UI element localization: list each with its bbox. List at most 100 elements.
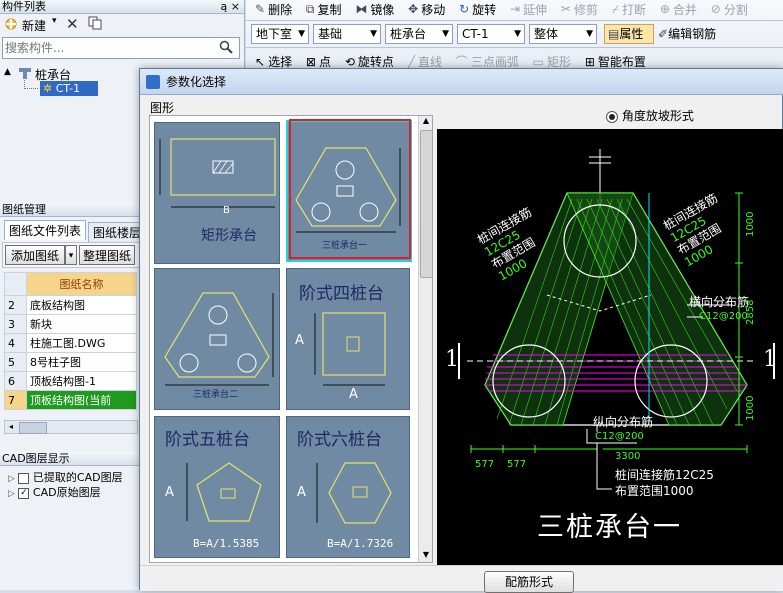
app-icon [146, 75, 160, 89]
category-select[interactable]: 基础 ▼ [313, 24, 381, 44]
cad-layers-title: CAD图层显示 [2, 452, 70, 465]
new-button[interactable]: 新建 [22, 17, 46, 34]
thumb-caption: 矩形承台 [201, 228, 257, 244]
component-toolbar: 新建 ▾ ✕ [0, 14, 244, 36]
merge-icon: ⊕ [659, 2, 670, 16]
rotate-button[interactable]: ↻ 旋转 [454, 0, 501, 18]
pencil-icon: ✐ [658, 27, 669, 41]
split-icon: ⊘ [710, 2, 721, 16]
thumbnail-scrollbar[interactable]: ▲ ▼ [418, 116, 432, 562]
dialog-bottom-bar: 配筋形式 [140, 565, 783, 593]
chevron-down-icon: ▼ [586, 29, 593, 39]
cursor-icon: ↖ [255, 54, 266, 69]
dim-577-right: 577 [507, 459, 527, 470]
component-list-title: 构件列表 [2, 0, 46, 13]
drawing-mgmt-title: 图纸管理 [2, 203, 46, 216]
move-button[interactable]: ✥ 移动 [403, 0, 450, 18]
thumb-step-five[interactable]: 阶式五桩台 A B=A/1.5385 [154, 416, 280, 558]
tree-node-ct1[interactable]: ✲ CT-1 [40, 81, 98, 96]
move-icon: ✥ [408, 2, 419, 16]
checkbox-original[interactable]: ✓ [18, 487, 30, 499]
toolbar-row-edit: ✎ 删除 ⧉ 复制 ⧓ 镜像 ✥ 移动 ↻ 旋转 ⇥ 延伸 ✂ 修剪 ⌿ 打断 ⊕ 合并 ⊘ 分割 [250, 0, 783, 18]
table-row[interactable]: 6 顶板结构图-1 [4, 371, 137, 391]
table-row[interactable]: 4 柱施工图.DWG [4, 333, 137, 353]
edit-rebar-button[interactable]: ✐编辑钢筋 [658, 24, 758, 44]
radio-button[interactable] [606, 110, 618, 123]
trim-button[interactable]: ✂ 修剪 [556, 0, 603, 18]
merge-button[interactable]: ⊕ 合并 [655, 0, 702, 18]
table-row[interactable]: 3 新块 [4, 314, 137, 334]
table-row[interactable]: 5 8号柱子图 [4, 352, 137, 372]
new-icon [4, 17, 18, 31]
scroll-thumb [420, 130, 432, 278]
checkbox-extracted[interactable] [18, 472, 30, 484]
search-icon[interactable] [219, 40, 233, 57]
line-icon: ╱ [407, 54, 415, 69]
smart-layout-icon: ⊞ [584, 54, 595, 69]
dim-width: 3300 [615, 451, 641, 462]
trim-icon: ✂ [560, 2, 571, 16]
extend-icon: ⇥ [509, 2, 521, 16]
break-icon: ⌿ [611, 2, 619, 16]
dim-577-left: 577 [475, 459, 495, 470]
rotate-icon: ↻ [459, 2, 470, 16]
scope-select[interactable]: 整体 ▼ [529, 24, 597, 44]
dialog-title: 参数化选择 [166, 75, 227, 89]
scroll-left-icon: ◂ [8, 422, 13, 431]
add-drawing-button[interactable]: 添加图纸 [5, 245, 65, 265]
selection-highlight [289, 119, 411, 259]
new-dropdown-icon[interactable]: ▾ [52, 16, 57, 26]
organize-drawing-button[interactable]: 整理图纸 [79, 245, 135, 265]
thumb-caption: 三桩承台二 [193, 390, 239, 400]
mirror-button[interactable]: ⧓ 镜像 [350, 0, 399, 18]
cad-preview: 1 1 桩间连接筋 12C25 布置范围 1000 桩间连接筋 12C25 布置… [437, 129, 783, 565]
copy-button[interactable]: ⧉ 复制 [301, 1, 347, 19]
table-row[interactable]: 2 底板结构图 [4, 295, 137, 315]
section-mark-left: 1 [445, 347, 459, 372]
extend-button[interactable]: ⇥ 延伸 [505, 0, 552, 18]
column-header-name[interactable]: 图纸名称 [26, 272, 137, 296]
component-list-header: 构件列表 ą × [0, 0, 244, 14]
search-box [2, 37, 240, 59]
group-label: 图形 [150, 101, 175, 115]
table-row-current[interactable]: 7 顶板结构图(当前 [4, 390, 137, 410]
thumb-step-six[interactable]: 阶式六桩台 A B=A/1.7326 [286, 416, 410, 558]
section-mark-right: 1 [763, 347, 777, 372]
thumb-step-four[interactable]: 阶式四桩台 A A [286, 268, 410, 410]
scroll-up-icon: ▲ [422, 116, 430, 125]
copy-icon[interactable] [88, 16, 102, 30]
search-input[interactable] [3, 38, 212, 58]
split-button[interactable]: ⊘ 分割 [706, 0, 753, 18]
tree-expand-icon[interactable]: ▲ [4, 67, 11, 77]
pin-close-icon[interactable]: ą × [221, 0, 240, 14]
point-icon: ⊠ [305, 54, 316, 69]
slope-radio-option[interactable]: 角度放坡形式 [606, 107, 756, 123]
rotate-point-icon: ⟲ [344, 54, 355, 69]
thumb-three-pile-2[interactable]: 三桩承台二 [154, 268, 280, 410]
rect-icon: ▭ [532, 54, 544, 69]
transverse-value: C12@200 [699, 311, 748, 322]
delete-icon[interactable]: ✕ [66, 15, 79, 33]
copy-icon: ⧉ [305, 2, 315, 16]
chevron-down-icon: ▼ [370, 29, 377, 39]
add-drawing-dropdown[interactable]: ▾ [65, 245, 77, 265]
mirror-icon: ⧓ [355, 2, 368, 16]
gear-icon: ✲ [43, 82, 53, 95]
break-button[interactable]: ⌿ 打断 [607, 1, 651, 19]
step-four-drawing [314, 312, 386, 386]
scroll-down-icon: ▼ [422, 550, 430, 559]
eraser-icon: ✎ [255, 2, 266, 16]
tab-drawing-files[interactable]: 图纸文件列表 [4, 220, 86, 240]
chevron-down-icon: ▼ [514, 29, 521, 39]
expand-icon: ▷ [8, 489, 15, 499]
dim-bottom: 1000 [745, 395, 756, 421]
properties-icon: ▤ [608, 27, 620, 41]
dialog-title-bar: 参数化选择 [140, 69, 783, 95]
floor-select[interactable]: 地下室 ▼ [251, 24, 309, 44]
properties-button[interactable]: ▤属性 [604, 24, 654, 44]
thumb-rect-cap[interactable]: B 矩形承台 [154, 122, 280, 264]
delete-button[interactable]: ✎ 删除 [250, 0, 297, 18]
component-select[interactable]: CT-1 ▼ [457, 24, 525, 44]
horizontal-scrollbar[interactable]: ◂ [4, 420, 138, 434]
type-select[interactable]: 桩承台 ▼ [385, 24, 453, 44]
